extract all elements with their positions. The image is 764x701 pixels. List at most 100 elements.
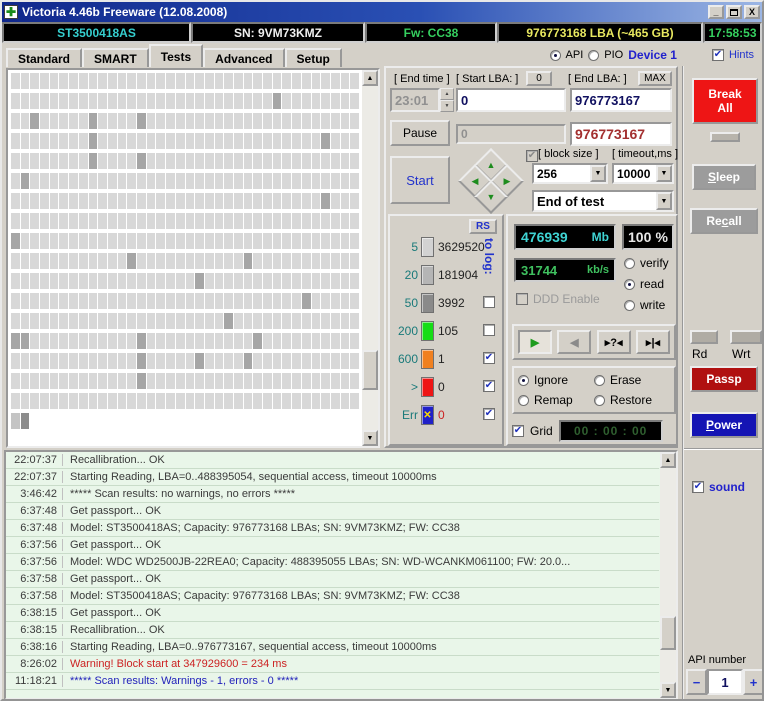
scan-block — [224, 113, 233, 129]
chevron-down-icon[interactable]: ▼ — [656, 192, 672, 210]
scroll-down-icon[interactable]: ▼ — [362, 430, 378, 446]
log-scrollbar[interactable]: ▲ ▼ — [660, 452, 676, 698]
chevron-down-icon[interactable]: ▼ — [656, 165, 672, 182]
api-plus-button[interactable]: + — [743, 669, 764, 695]
scan-block — [166, 373, 175, 389]
sound-label: sound — [709, 480, 745, 494]
scan-block — [321, 253, 330, 269]
erase-radio[interactable] — [594, 375, 605, 386]
tab-standard[interactable]: Standard — [6, 48, 82, 67]
log-row: 6:37:56Get passport... OK — [6, 537, 659, 554]
chevron-down-icon[interactable]: ▼ — [590, 165, 606, 182]
pio-radio[interactable] — [588, 50, 599, 61]
log-time: 6:37:58 — [6, 573, 63, 585]
passp-button[interactable]: Passp — [690, 366, 758, 392]
ddd-enable-checkbox[interactable] — [516, 293, 528, 305]
max-lba-button[interactable]: MAX — [638, 71, 672, 86]
verify-radio[interactable] — [624, 258, 635, 269]
counter-log-checkbox[interactable]: ✔ — [483, 408, 495, 420]
tab-tests[interactable]: Tests — [149, 44, 203, 67]
end-of-test-dropdown[interactable]: End of test ▼ — [532, 190, 674, 212]
tab-setup[interactable]: Setup — [285, 48, 342, 67]
end-time-spin-buttons[interactable]: ▲▼ — [440, 88, 454, 112]
end-time-spinner[interactable]: 23:01 — [390, 88, 440, 112]
zero-lba-button[interactable]: 0 — [526, 71, 552, 86]
counter-row->: >0 — [392, 376, 445, 398]
pause-button[interactable]: Pause — [390, 120, 450, 146]
scan-block — [282, 293, 291, 309]
minimize-button[interactable]: _ — [708, 5, 724, 19]
scan-block — [195, 333, 204, 349]
tab-advanced[interactable]: Advanced — [203, 48, 284, 67]
tab-smart[interactable]: SMART — [82, 48, 149, 67]
power-button[interactable]: Power — [690, 412, 758, 438]
start-button[interactable]: Start — [390, 156, 450, 204]
restore-radio[interactable] — [594, 395, 605, 406]
write-radio[interactable] — [624, 300, 635, 311]
ignore-radio[interactable] — [518, 375, 529, 386]
scan-block — [312, 333, 321, 349]
scroll-down-icon[interactable]: ▼ — [660, 682, 676, 698]
timeout-dropdown[interactable]: 10000 ▼ — [612, 163, 674, 184]
scan-block — [11, 333, 20, 349]
api-radio[interactable] — [550, 50, 561, 61]
scan-block — [89, 293, 98, 309]
spin-down-icon[interactable]: ▼ — [440, 100, 454, 112]
scan-grid-scrollbar[interactable]: ▲ ▼ — [362, 70, 378, 446]
rs-button[interactable]: RS — [469, 219, 497, 234]
scan-block — [147, 333, 156, 349]
end-lba-input[interactable]: 976773167 — [570, 88, 672, 112]
scroll-thumb[interactable] — [660, 616, 676, 650]
break-all-button[interactable]: Break All — [692, 78, 758, 124]
scan-block — [176, 133, 185, 149]
scan-block — [331, 73, 340, 89]
scan-block — [156, 113, 165, 129]
counter-threshold-label: > — [392, 380, 418, 394]
block-size-dropdown[interactable]: 256 ▼ — [532, 163, 608, 184]
skip-end-button[interactable]: ▸|◂ — [636, 330, 670, 354]
api-minus-button[interactable]: − — [686, 669, 707, 695]
sleep-button[interactable]: Sleep — [692, 164, 756, 190]
scan-block — [312, 193, 321, 209]
scan-block — [79, 213, 88, 229]
scroll-thumb[interactable] — [362, 350, 378, 390]
counter-log-checkbox[interactable] — [483, 296, 495, 308]
scan-block — [40, 213, 49, 229]
scan-block — [244, 173, 253, 189]
scan-block — [40, 393, 49, 409]
counter-log-checkbox[interactable]: ✔ — [483, 352, 495, 364]
counter-value: 1 — [438, 352, 445, 366]
restore-button[interactable] — [726, 5, 742, 19]
scan-block — [79, 353, 88, 369]
scan-block — [79, 93, 88, 109]
read-radio[interactable] — [624, 279, 635, 290]
grid-checkbox[interactable]: ✔ — [512, 425, 524, 437]
close-button[interactable]: X — [744, 5, 760, 19]
recall-button[interactable]: Recall — [690, 208, 758, 234]
scan-block — [156, 253, 165, 269]
end-lba-field2[interactable]: 976773167 — [570, 122, 672, 146]
api-number-value[interactable]: 1 — [707, 669, 743, 695]
spin-up-icon[interactable]: ▲ — [440, 88, 454, 100]
seek-error-button[interactable]: ▸?◂ — [597, 330, 631, 354]
mode-radios: verifyreadwrite — [624, 256, 669, 312]
scan-block — [195, 213, 204, 229]
remap-radio[interactable] — [518, 395, 529, 406]
play-button[interactable]: ▶ — [518, 330, 552, 354]
hints-checkbox[interactable]: ✔ — [712, 49, 724, 61]
back-button[interactable]: ◀ — [557, 330, 591, 354]
scan-block — [127, 373, 136, 389]
scroll-up-icon[interactable]: ▲ — [362, 70, 378, 86]
scan-block — [234, 373, 243, 389]
scan-block — [59, 313, 68, 329]
scan-block — [292, 113, 301, 129]
counter-log-checkbox[interactable]: ✔ — [483, 380, 495, 392]
scan-block — [21, 313, 30, 329]
counter-log-checkbox[interactable] — [483, 324, 495, 336]
start-lba-input[interactable]: 0 — [456, 88, 566, 112]
sound-checkbox[interactable]: ✔ — [692, 481, 704, 493]
scroll-up-icon[interactable]: ▲ — [660, 452, 676, 468]
scan-block — [59, 373, 68, 389]
loop-checkbox[interactable]: ✔ — [526, 150, 538, 162]
scan-block — [224, 393, 233, 409]
